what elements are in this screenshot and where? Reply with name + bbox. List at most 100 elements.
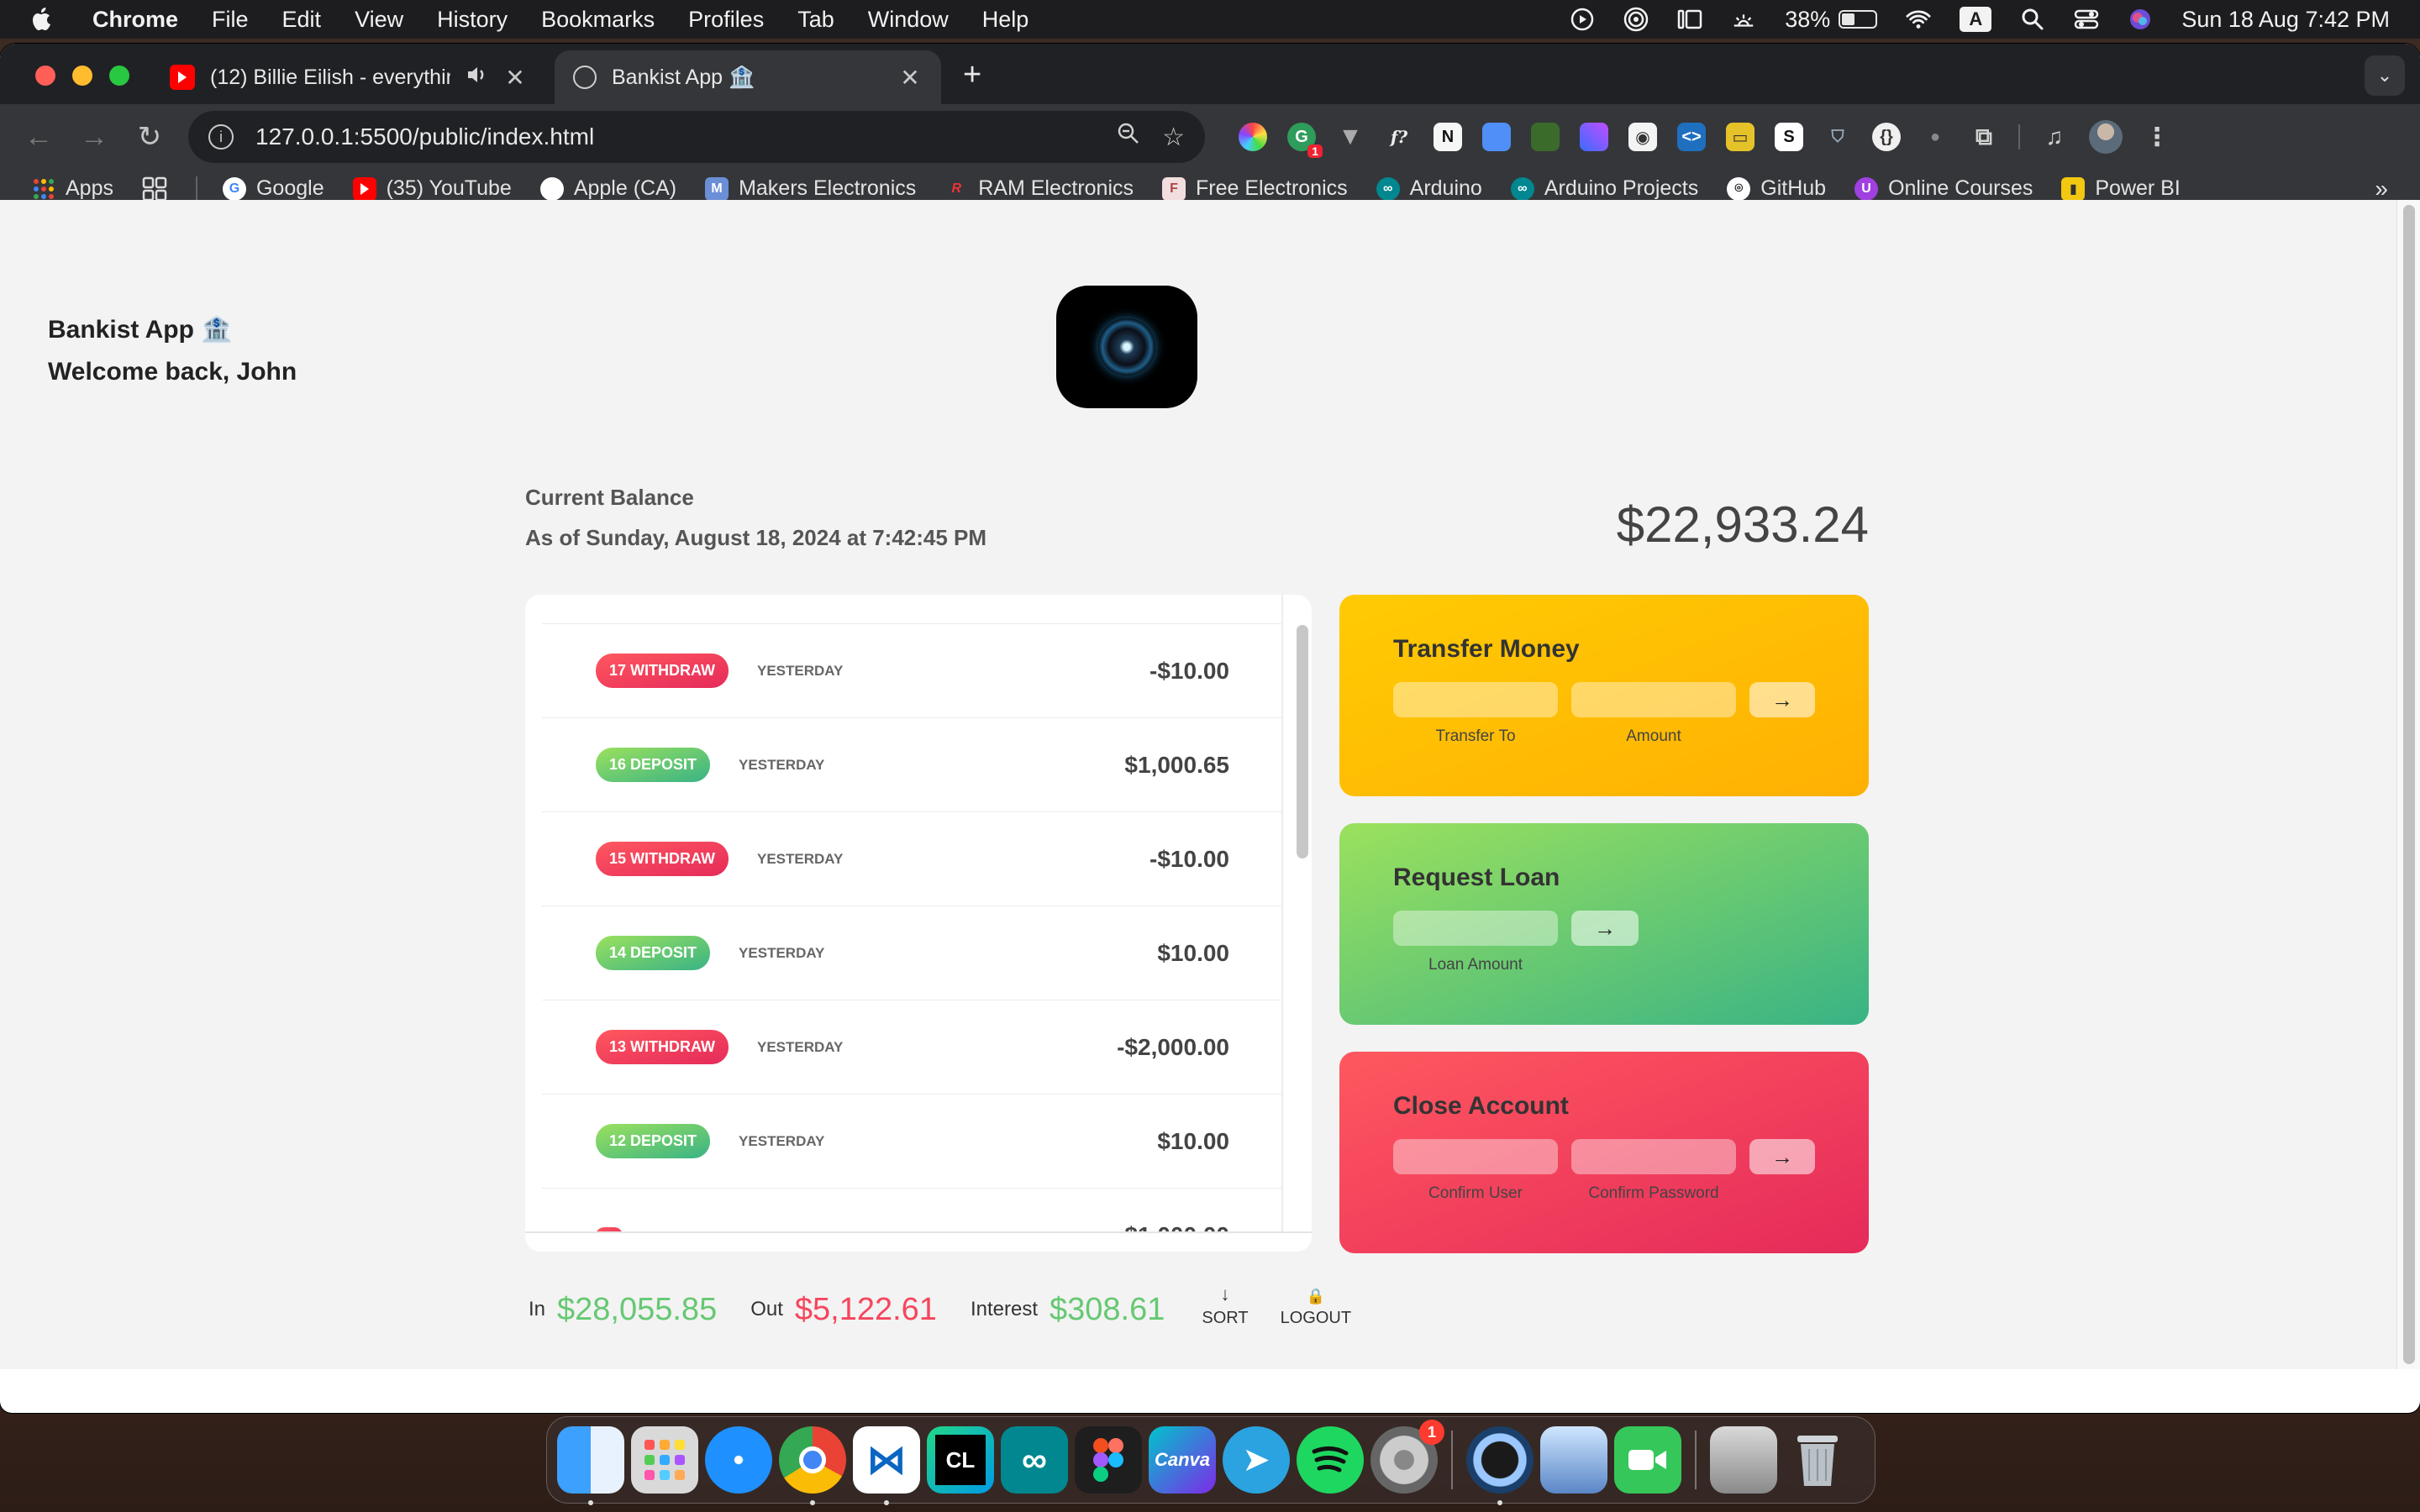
figma-icon[interactable] [1075,1426,1142,1494]
json-extension-icon[interactable]: {} [1872,123,1901,151]
drop-extension-icon[interactable]: ● [1921,123,1949,151]
loan-amount-input[interactable] [1393,911,1558,946]
media-controls-icon[interactable]: ♫ [2040,123,2069,151]
movements-scrollbar[interactable] [1297,625,1308,858]
transfer-submit-button[interactable]: → [1749,682,1815,717]
bookmark-arduino-projects[interactable]: ∞ Arduino Projects [1510,176,1698,201]
menu-history[interactable]: History [437,7,508,33]
docs-extension-icon[interactable] [1482,123,1511,151]
bookmark-google[interactable]: G Google [222,176,324,201]
notion-extension-icon[interactable]: N [1434,123,1462,151]
vue-devtools-icon[interactable]: ▼ [1336,123,1365,151]
bookmark-online-courses[interactable]: U Online Courses [1854,176,2033,201]
menu-bookmarks[interactable]: Bookmarks [541,7,655,33]
bookmark-free-electronics[interactable]: F Free Electronics [1162,176,1348,201]
page-scrollbar[interactable] [2396,200,2420,1369]
telegram-icon[interactable]: ➤ [1223,1426,1290,1494]
trash-icon[interactable] [1784,1426,1851,1494]
control-center-icon[interactable] [2074,7,2099,32]
chrome-menu-icon[interactable]: ⋮ [2143,123,2171,151]
close-submit-button[interactable]: → [1749,1139,1815,1174]
airdrop-icon[interactable] [1623,7,1649,32]
site-info-icon[interactable]: i [208,124,234,150]
zoom-window-button[interactable] [109,66,129,86]
siri-icon[interactable] [2128,7,2153,32]
menu-edit[interactable]: Edit [282,7,322,33]
quicktime-icon[interactable] [1466,1426,1534,1505]
chrome-icon[interactable] [779,1426,846,1505]
shield-extension-icon[interactable]: ⛉ [1823,123,1852,151]
puzzle-extensions-icon[interactable]: ⧉ [1970,123,1998,151]
page-scrollbar-thumb[interactable] [2403,205,2415,1364]
clion-icon[interactable]: CL [927,1426,994,1494]
spotify-icon[interactable] [1297,1426,1364,1494]
eyedropper-extension-icon[interactable] [1580,123,1608,151]
menu-window[interactable]: Window [868,7,949,33]
grammar-extension-icon[interactable]: G1 [1287,123,1323,158]
launchpad-icon[interactable] [631,1426,698,1494]
menu-view[interactable]: View [355,7,403,33]
arduino-ide-icon[interactable]: ∞ [1001,1426,1068,1494]
transfer-amount-input[interactable] [1571,682,1736,717]
transfer-to-input[interactable] [1393,682,1558,717]
logout-button[interactable]: 🔒 LOGOUT [1281,1288,1351,1328]
bookmark-arduino[interactable]: ∞ Arduino [1376,176,1482,201]
minimize-window-button[interactable] [72,66,92,86]
bookmark-github[interactable]: ⌾ GitHub [1727,176,1826,201]
menu-help[interactable]: Help [982,7,1029,33]
play-circle-icon[interactable] [1570,7,1595,32]
code-extension-icon[interactable]: <> [1677,123,1706,151]
s-extension-icon[interactable]: S [1775,123,1803,151]
bookmark-ram[interactable]: R RAM Electronics [944,176,1134,201]
bookmark-apple[interactable]: Apple (CA) [539,176,676,201]
zoom-icon[interactable] [1117,122,1140,152]
confirm-user-input[interactable] [1393,1139,1558,1174]
loan-submit-button[interactable]: → [1571,911,1639,946]
stage-manager-icon[interactable] [1677,7,1702,32]
menu-file[interactable]: File [212,7,249,33]
tab-groups-icon[interactable] [142,176,167,202]
preview-icon[interactable] [1540,1426,1607,1494]
tab-search-chevron-icon[interactable]: ⌄ [2365,55,2405,96]
bookmark-star-icon[interactable]: ☆ [1162,123,1185,152]
battery-status[interactable]: 38% [1785,7,1878,33]
owl-extension-icon[interactable]: ◉ [1628,123,1657,151]
menu-profiles[interactable]: Profiles [688,7,764,33]
safari-icon[interactable] [705,1426,772,1494]
movements-scroll-area[interactable]: 17 withdraw Yesterday -$10.00 16 deposit Yes… [542,595,1283,1233]
new-tab-button[interactable]: + [963,57,981,93]
bookmark-makers[interactable]: M Makers Electronics [705,176,916,201]
address-bar[interactable]: i 127.0.0.1:5500/public/index.html ☆ [188,111,1205,163]
bookmark-powerbi[interactable]: ▮ Power BI [2061,176,2181,201]
brightness-icon[interactable] [1731,7,1756,32]
close-tab-icon[interactable]: ✕ [897,64,923,92]
confirm-password-input[interactable] [1571,1139,1736,1174]
formula-extension-icon[interactable]: f? [1385,123,1413,151]
bookmark-apps[interactable]: Apps [32,176,113,201]
movements-list[interactable]: 17 withdraw Yesterday -$10.00 16 deposit Yes… [525,595,1312,1252]
close-tab-icon[interactable]: ✕ [502,64,528,92]
menu-tab[interactable]: Tab [797,7,834,33]
tree-extension-icon[interactable] [1531,123,1560,151]
reload-icon[interactable]: ↻ [128,115,171,159]
sort-button[interactable]: ↓ SORT [1202,1284,1248,1328]
forward-arrow-icon[interactable]: → [72,115,116,159]
bookmark-youtube[interactable]: (35) YouTube [352,176,512,201]
spotlight-search-icon[interactable] [2020,7,2045,32]
vscode-icon[interactable]: ⋈ [853,1426,920,1505]
tab-bankist[interactable]: Bankist App 🏦 ✕ [555,50,941,104]
tab-youtube[interactable]: (12) Billie Eilish - everything i wanted… [151,50,546,104]
finder-icon[interactable] [557,1426,624,1505]
wifi-icon[interactable] [1906,7,1931,32]
apple-menu-icon[interactable] [30,5,55,34]
close-window-button[interactable] [35,66,55,86]
clock[interactable]: Sun 18 Aug 7:42 PM [2181,7,2390,33]
more-bookmarks-chevron-icon[interactable]: » [2375,176,2388,202]
profile-avatar[interactable] [2089,120,2123,154]
ruler-extension-icon[interactable]: ▭ [1726,123,1754,151]
back-arrow-icon[interactable]: ← [17,115,60,159]
speaker-icon[interactable] [466,65,487,91]
downloads-folder-icon[interactable] [1710,1426,1777,1494]
system-settings-icon[interactable]: 1 [1370,1420,1444,1494]
facetime-icon[interactable] [1614,1426,1681,1494]
